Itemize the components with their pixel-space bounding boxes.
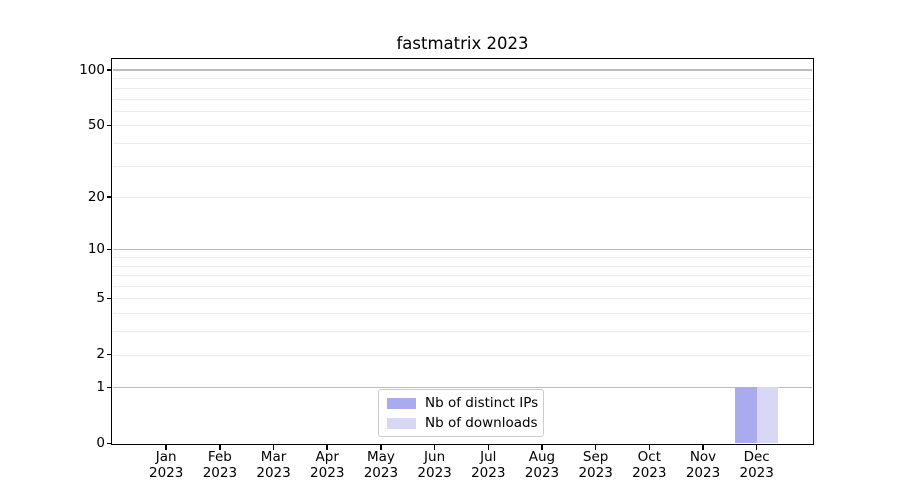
plot-frame [111,58,814,446]
y-tick-mark [106,297,112,300]
y-tick-label: 100 [79,61,105,78]
y-tick-label: 2 [96,346,105,363]
legend-item-downloads: Nb of downloads [387,415,538,431]
distinct-ips-swatch [387,397,416,409]
y-tick-mark [106,353,112,356]
y-tick-label: 0 [96,435,105,451]
y-tick-mark [106,196,112,198]
legend-label: Nb of downloads [425,415,538,431]
y-tick-mark [106,386,112,389]
y-tick-mark [106,124,112,127]
y-tick-label: 5 [96,289,105,306]
y-tick-mark [106,69,112,71]
y-tick-label: 1 [96,378,105,395]
y-tick-label: 50 [87,116,105,133]
legend-label: Nb of distinct IPs [425,395,539,411]
legend-item-distinct-ips: Nb of distinct IPs [387,395,539,411]
x-tick-label: Dec 2023 [739,449,774,481]
downloads-swatch [387,417,416,429]
y-tick-label: 20 [87,188,105,205]
figure: fastmatrix 2023 0 1 2 5 10 20 50 100 Jan 2023 Feb 2… [0,0,900,500]
y-tick-mark [106,248,112,251]
y-tick-label: 10 [87,240,105,257]
legend: Nb of distinct IPs Nb of downloads [378,389,544,437]
y-tick-mark [106,442,112,445]
